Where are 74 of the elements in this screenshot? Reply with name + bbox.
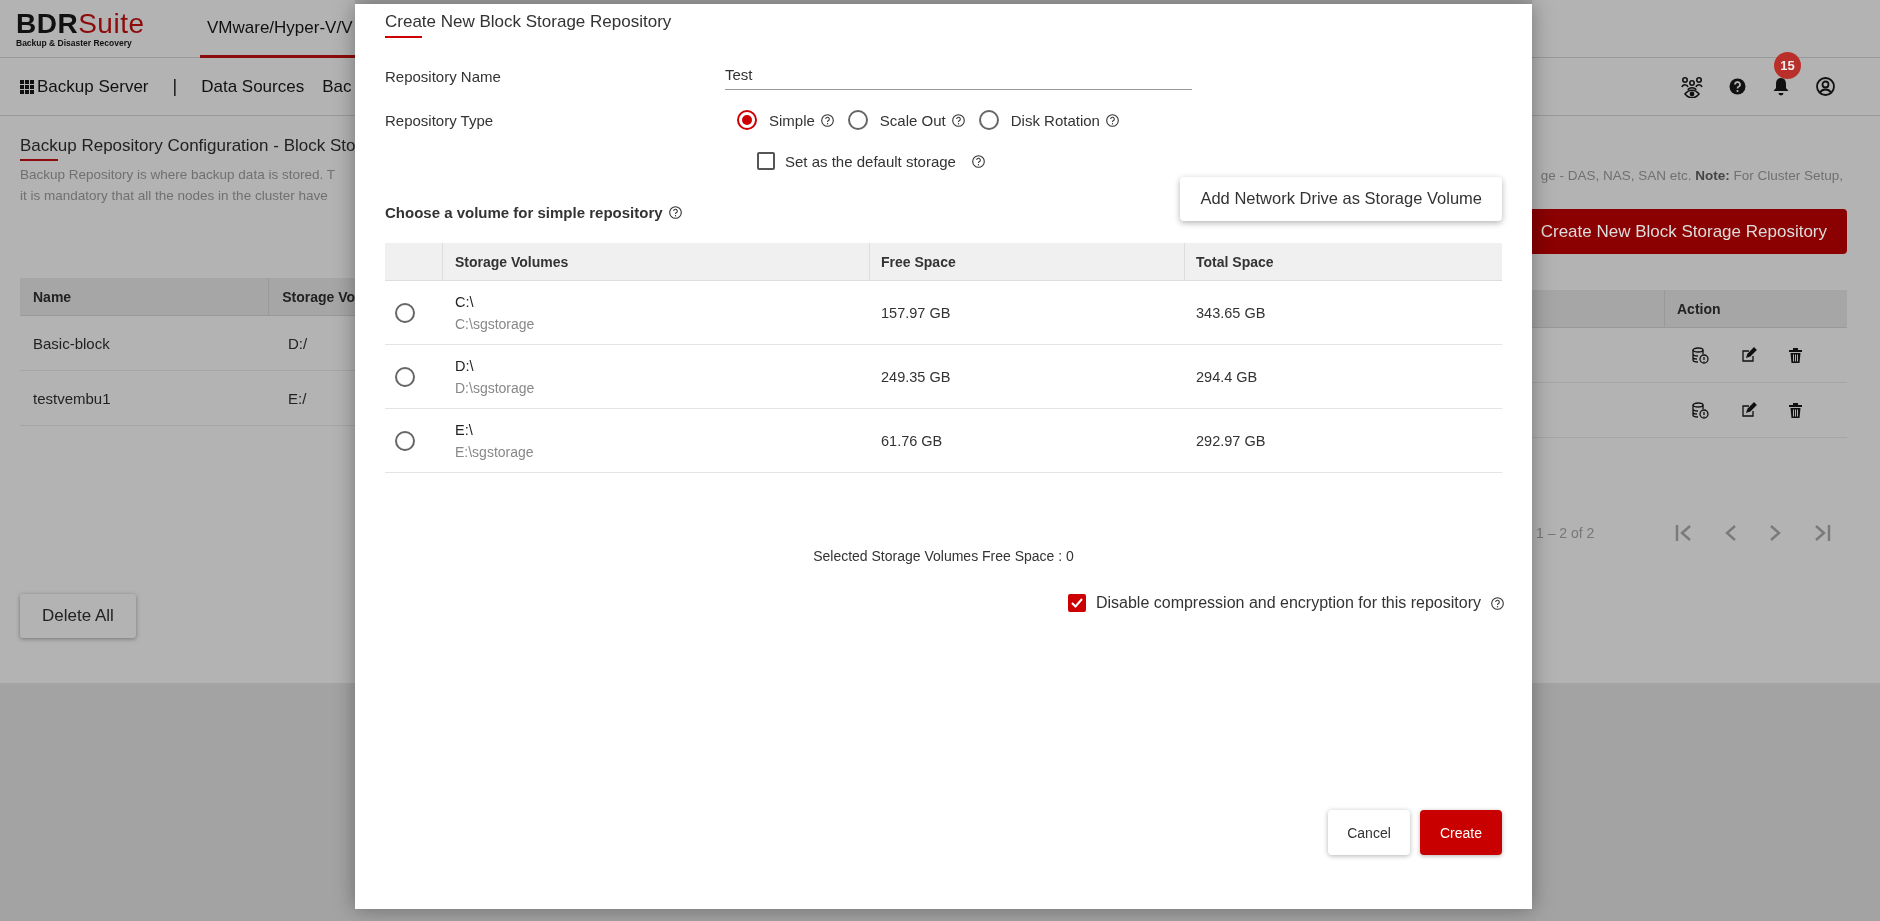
nav-separator: | — [171, 76, 179, 97]
table-cell-text: Basic-block — [32, 334, 111, 352]
table-cell-text: 249.35 GB — [880, 368, 952, 385]
dialog-title: Create New Block Storage Repository — [385, 12, 672, 38]
drive-name: E:\ — [455, 421, 473, 438]
column-header: Name — [20, 278, 270, 315]
radio-button[interactable] — [737, 110, 757, 130]
checkbox[interactable] — [1067, 594, 1086, 612]
section-heading: Choose a volume for simple repository — [385, 204, 663, 221]
page-title: Backup Repository Configuration - Block Sto — [20, 136, 356, 161]
edit-icon[interactable] — [1741, 402, 1757, 418]
nav-link[interactable]: Bac — [322, 76, 352, 97]
logo-tagline: Backup & Disaster Recovery — [16, 37, 133, 48]
free-space-summary: Selected Storage Volumes Free Space : 0 — [813, 548, 1074, 564]
column-header: Free Space — [870, 243, 1185, 280]
storage-info-icon[interactable] — [1692, 401, 1709, 419]
trash-icon[interactable] — [1789, 402, 1802, 418]
help-icon[interactable] — [820, 113, 834, 127]
radio-button[interactable] — [395, 302, 415, 323]
create-button[interactable]: Create — [1420, 810, 1502, 855]
logo-wordmark: BDRSuite — [16, 9, 146, 38]
column-header: Storage Volumes — [443, 243, 870, 280]
user-icon[interactable] — [1816, 77, 1835, 96]
bell-icon[interactable] — [1772, 77, 1790, 96]
trash-icon[interactable] — [1789, 347, 1802, 363]
radio-button[interactable] — [978, 110, 999, 130]
table-cell-text: 292.97 GB — [1195, 432, 1267, 449]
notification-badge: 15 — [1774, 52, 1801, 79]
radio-label: Simple — [769, 111, 815, 129]
table-cell-text: E:/ — [287, 389, 307, 407]
table-cell-text: 61.76 GB — [880, 432, 944, 449]
help-icon[interactable] — [951, 113, 965, 127]
add-network-drive-button[interactable]: Add Network Drive as Storage Volume — [1180, 176, 1502, 221]
checkbox-label: Set as the default storage — [785, 152, 956, 170]
radio-button[interactable] — [847, 110, 868, 130]
users-eye-icon[interactable] — [1681, 75, 1703, 98]
pagination-range: 1 – 2 of 2 — [1536, 525, 1595, 541]
storage-path: D:\sgstorage — [455, 379, 535, 396]
table-cell-text: 157.97 GB — [880, 304, 952, 321]
radio-button[interactable] — [395, 430, 415, 451]
storage-path: E:\sgstorage — [455, 443, 534, 460]
column-header: Action — [1676, 300, 1721, 317]
help-icon[interactable] — [1491, 596, 1504, 610]
nav-link[interactable]: Data Sources — [201, 76, 305, 97]
backup-server-menu[interactable]: Backup Server — [20, 76, 149, 97]
checkbox-label: Disable compression and encryption for this repository — [1095, 594, 1481, 612]
help-icon[interactable] — [1729, 78, 1746, 95]
checkbox[interactable] — [757, 152, 775, 170]
field-label: Repository Name — [385, 67, 502, 85]
table-cell-text: testvembu1 — [32, 389, 112, 407]
column-header: Storage Vo — [281, 288, 355, 305]
field-label: Repository Type — [385, 111, 495, 129]
help-icon[interactable] — [971, 154, 985, 168]
radio-label: Scale Out — [879, 111, 946, 129]
create-repository-button[interactable]: Create New Block Storage Repository — [1532, 209, 1847, 254]
radio-button[interactable] — [395, 366, 415, 387]
description-text: it is mandatory that all the nodes in the cluster have — [20, 187, 329, 205]
description-text: ge - DAS, NAS, SAN etc. Note: For Cluster Setup, — [1539, 168, 1844, 183]
column-header: Total Space — [1195, 252, 1275, 272]
edit-icon[interactable] — [1741, 347, 1757, 363]
radio-label: Disk Rotation — [1010, 111, 1100, 129]
help-icon[interactable] — [668, 206, 682, 219]
grid-icon — [20, 79, 34, 94]
storage-path: C:\sgstorage — [455, 315, 535, 332]
table-cell-text: 294.4 GB — [1195, 368, 1259, 385]
drive-name: C:\ — [455, 293, 474, 310]
table-cell-text: 343.65 GB — [1195, 304, 1267, 321]
description-text: Backup Repository is where backup data is stored. T — [20, 166, 336, 184]
help-icon[interactable] — [1105, 113, 1119, 127]
table-cell-text: D:/ — [287, 334, 308, 352]
cancel-button[interactable]: Cancel — [1328, 810, 1410, 855]
drive-name: D:\ — [455, 357, 474, 374]
delete-all-button[interactable]: Delete All — [20, 594, 136, 638]
storage-info-icon[interactable] — [1692, 346, 1709, 364]
